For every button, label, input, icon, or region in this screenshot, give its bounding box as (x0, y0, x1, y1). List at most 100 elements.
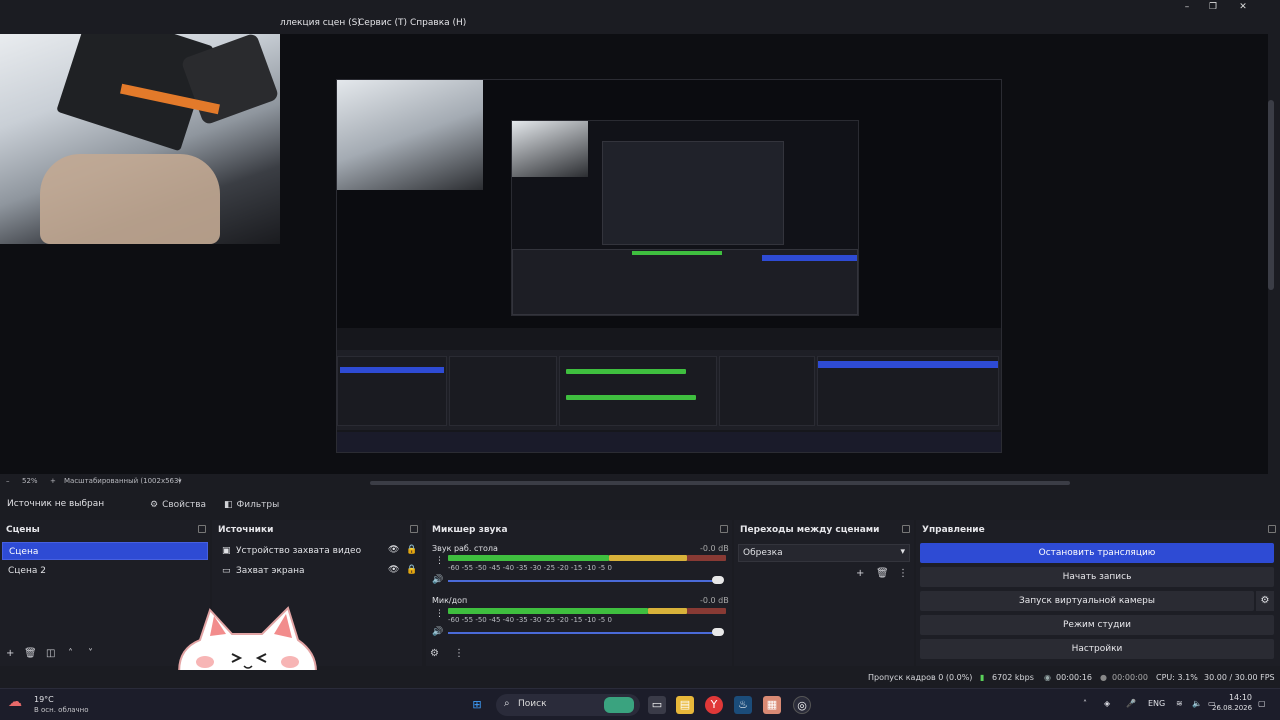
controls-title: Управление (922, 525, 985, 535)
dock-menu-icon[interactable] (410, 525, 418, 533)
trash-icon[interactable]: 🗑 (24, 648, 37, 659)
zoom-minus-icon[interactable]: – (6, 477, 10, 485)
dock-menu-icon[interactable] (1268, 525, 1276, 533)
settings-button[interactable]: Настройки (920, 639, 1274, 659)
task-view-icon[interactable]: ▭ (648, 696, 666, 714)
notification-icon[interactable]: ▢ (1258, 699, 1266, 708)
meter-peak (609, 555, 688, 561)
microphone-icon[interactable]: 🎤 (1126, 699, 1136, 708)
add-icon[interactable]: + (856, 568, 864, 579)
scene-item[interactable]: Сцена 2 (2, 562, 208, 580)
tray-chevron-icon[interactable]: ˄ (1083, 699, 1087, 708)
sources-title: Источники (218, 525, 274, 535)
minimize-icon[interactable]: – (1180, 1, 1194, 13)
steam-icon[interactable]: ♨ (734, 696, 752, 714)
gear-icon[interactable]: ⚙ (430, 648, 439, 659)
cpu-usage: CPU: 3.1% (1156, 673, 1198, 682)
transitions-title: Переходы между сценами (740, 525, 880, 535)
nested-sources (449, 356, 557, 426)
nested-preview (337, 80, 1001, 328)
menu-bar: ллекция сцен (S) Сервис (T) Справка (H) (0, 14, 1280, 34)
weather-icon[interactable]: ☁ (8, 694, 22, 710)
mixer-title: Микшер звука (432, 525, 508, 535)
virtual-camera-button[interactable]: Запуск виртуальной камеры (920, 591, 1254, 611)
wifi-icon[interactable]: ≋ (1176, 699, 1183, 708)
menu-dots-icon[interactable]: ⋮ (454, 648, 464, 659)
volume-slider-track[interactable] (448, 632, 722, 634)
filter-icon[interactable]: ◫ (46, 648, 55, 659)
source-item[interactable]: ▣ Устройство захвата видео 👁 🔒 (214, 542, 420, 560)
volume-icon[interactable]: 🔊 (432, 575, 443, 585)
meter-clip (687, 555, 726, 561)
camera-icon: ▣ (222, 546, 231, 556)
preview-canvas[interactable] (0, 34, 1268, 474)
nested-meter-2 (566, 395, 696, 400)
no-source-label: Источник не выбран (7, 499, 105, 509)
start-recording-button[interactable]: Начать запись (920, 567, 1274, 587)
zoom-plus-icon[interactable]: + (50, 477, 56, 485)
menu-dots-icon[interactable]: ⋮ (898, 568, 908, 579)
volume-slider-handle[interactable] (712, 628, 724, 636)
menu-tools[interactable]: Сервис (T) (358, 18, 407, 28)
eye-icon[interactable]: 👁 (388, 545, 399, 555)
obs-icon[interactable]: ◎ (793, 696, 811, 714)
source-label: Устройство захвата видео (236, 546, 362, 556)
menu-dots-icon[interactable]: ⋮ (435, 556, 444, 566)
nested-webcam (337, 80, 483, 190)
move-down-icon[interactable]: ˅ (88, 648, 93, 659)
menu-dots-icon[interactable]: ⋮ (435, 609, 444, 619)
close-icon[interactable]: ✕ (1236, 1, 1250, 13)
language[interactable]: ENG (1148, 699, 1165, 708)
windows-start-icon[interactable]: ⊞ (468, 696, 486, 714)
transitions-dock: Переходы между сценами Обрезка ▾ + 🗑 ⋮ (734, 520, 914, 666)
nested-mixer (559, 356, 717, 426)
dock-menu-icon[interactable] (198, 525, 206, 533)
properties-button[interactable]: ⚙ Свойства (146, 497, 210, 512)
weather-desc: В осн. облачно (34, 706, 89, 714)
clock-time[interactable]: 14:10 (1226, 693, 1252, 702)
eye-icon[interactable]: 👁 (388, 565, 399, 575)
volume-slider-track[interactable] (448, 580, 722, 582)
menu-help[interactable]: Справка (H) (410, 18, 466, 28)
channel-db: -0.0 dB (700, 544, 729, 553)
gear-icon: ⚙ (150, 499, 159, 510)
move-up-icon[interactable]: ˄ (68, 648, 73, 659)
windows-taskbar: ☁ 19°C В осн. облачно ⊞ ⌕ Поиск ▭ ▤ Y ♨ … (0, 688, 1280, 720)
yandex-browser-icon[interactable]: Y (705, 696, 723, 714)
dock-menu-icon[interactable] (720, 525, 728, 533)
volume-icon[interactable]: 🔊 (432, 627, 443, 637)
scene-item[interactable]: Сцена (2, 542, 208, 560)
lock-icon[interactable]: 🔒 (406, 545, 417, 555)
clock-date[interactable]: 26.08.2026 (1212, 704, 1252, 712)
search-box[interactable]: ⌕ Поиск (496, 694, 640, 716)
meter-peak (648, 608, 688, 614)
dock-menu-icon[interactable] (902, 525, 910, 533)
meter-scale: -60 -55 -50 -45 -40 -35 -30 -25 -20 -15 … (448, 616, 612, 624)
add-icon[interactable]: + (6, 648, 14, 659)
webcam-source (0, 34, 280, 244)
tray-app-icon[interactable]: ◈ (1104, 699, 1110, 708)
channel-name: Звук раб. стола (432, 544, 498, 553)
file-explorer-icon[interactable]: ▤ (676, 696, 694, 714)
transition-select[interactable]: Обрезка ▾ (738, 544, 910, 562)
app-icon[interactable]: ▦ (763, 696, 781, 714)
speaker-icon[interactable]: 🔈 (1192, 699, 1202, 708)
trash-icon[interactable]: 🗑 (876, 568, 889, 579)
filters-button[interactable]: ◧ Фильтры (220, 497, 283, 512)
studio-mode-button[interactable]: Режим студии (920, 615, 1274, 635)
gear-icon[interactable]: ⚙ (1256, 591, 1274, 611)
horizontal-scrollbar[interactable] (370, 481, 1070, 485)
lock-icon[interactable]: 🔒 (406, 565, 417, 575)
menu-scene-collection[interactable]: ллекция сцен (S) (280, 18, 361, 28)
zoom-dropdown-icon[interactable]: ▾ (178, 477, 182, 485)
source-item[interactable]: ▭ Захват экрана 👁 🔒 (214, 562, 420, 580)
vertical-scrollbar[interactable] (1268, 100, 1274, 290)
maximize-icon[interactable]: ❐ (1206, 1, 1220, 13)
nested-scenes (337, 356, 447, 426)
nested-screen (511, 120, 859, 316)
source-toolbar: Источник не выбран ⚙ Свойства ◧ Фильтры (0, 492, 1280, 516)
scenes-title: Сцены (6, 525, 40, 535)
stop-streaming-button[interactable]: Остановить трансляцию (920, 543, 1274, 563)
volume-slider-handle[interactable] (712, 576, 724, 584)
zoom-mode[interactable]: Масштабированный (1002x563) (64, 477, 181, 485)
